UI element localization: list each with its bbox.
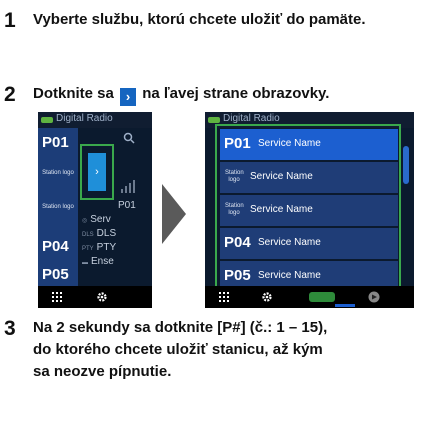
step-3-line-3: sa neozve pípnutie. bbox=[33, 363, 172, 380]
left-screen-title: Digital Radio bbox=[56, 113, 113, 124]
preset-row-1[interactable]: P01 Service Name bbox=[220, 129, 398, 160]
right-screen: Digital Radio P01 Service Name Station l… bbox=[205, 112, 414, 308]
step-1-text: Vyberte službu, ktorú chcete uložiť do p… bbox=[33, 11, 366, 28]
left-info-pty: PTY PTY bbox=[82, 242, 117, 253]
preset-list-panel: P01 Service Name Station logo Service Na… bbox=[215, 124, 401, 294]
grid-menu-icon[interactable] bbox=[219, 292, 229, 302]
gear-icon[interactable] bbox=[261, 291, 273, 303]
step-2-text: Dotknite sa › na ľavej strane obrazovky. bbox=[33, 84, 329, 106]
grid-menu-icon[interactable] bbox=[52, 292, 62, 302]
dab-icon bbox=[41, 117, 53, 123]
service-tag-icon: ◎ bbox=[82, 218, 88, 224]
open-list-button[interactable]: › bbox=[80, 144, 114, 200]
station-logo: Station logo bbox=[225, 203, 244, 216]
dab-mode-icon[interactable] bbox=[309, 292, 335, 302]
left-station-logo-2: Station logo bbox=[38, 194, 78, 226]
step-1-number: 1 bbox=[4, 9, 16, 32]
gear-icon[interactable] bbox=[96, 291, 108, 303]
left-preset-p01[interactable]: P01 bbox=[38, 128, 78, 160]
list-scrollbar[interactable] bbox=[403, 146, 409, 184]
preset-row-2[interactable]: Station logo Service Name bbox=[220, 162, 398, 193]
left-station-logo-1: Station logo bbox=[38, 160, 78, 194]
left-info-service: ◎ Serv bbox=[82, 214, 111, 225]
right-screen-title: Digital Radio bbox=[223, 113, 280, 124]
left-preset-p05[interactable]: P05 bbox=[38, 260, 78, 286]
chevron-right-icon: › bbox=[88, 153, 106, 191]
dab-mode-indicator bbox=[335, 304, 355, 307]
step-3-number: 3 bbox=[4, 317, 16, 340]
replay-icon[interactable] bbox=[368, 291, 380, 303]
signal-icon bbox=[121, 180, 135, 193]
left-screen: Digital Radio P01 Station logo Station l… bbox=[38, 112, 152, 308]
left-info-dls: DLS DLS bbox=[82, 228, 117, 239]
arrow-button-icon: › bbox=[120, 88, 137, 106]
step-3-line-2: do ktorého chcete uložiť stanicu, až kým bbox=[33, 341, 323, 358]
left-bottom-bar bbox=[38, 286, 152, 308]
dab-icon bbox=[208, 117, 220, 123]
step-2-text-before: Dotknite sa bbox=[33, 85, 114, 102]
preset-row-3[interactable]: Station logo Service Name bbox=[220, 195, 398, 226]
step-2-text-after: na ľavej strane obrazovky. bbox=[142, 85, 330, 102]
left-status-bar: Digital Radio bbox=[38, 112, 152, 128]
left-preset-p04[interactable]: P04 bbox=[38, 226, 78, 260]
right-bottom-bar bbox=[205, 286, 414, 308]
step-3-line-1: Na 2 sekundy sa dotknite [P#] (č.: 1 – 1… bbox=[33, 319, 328, 336]
transition-arrow-icon bbox=[162, 184, 186, 244]
station-logo: Station logo bbox=[225, 170, 244, 183]
left-info-p01: P01 bbox=[118, 200, 136, 211]
step-2-number: 2 bbox=[4, 83, 16, 106]
search-icon[interactable] bbox=[123, 132, 135, 144]
preset-row-4[interactable]: P04 Service Name bbox=[220, 228, 398, 259]
left-info-ensemble: ▬ Ense bbox=[82, 256, 114, 267]
